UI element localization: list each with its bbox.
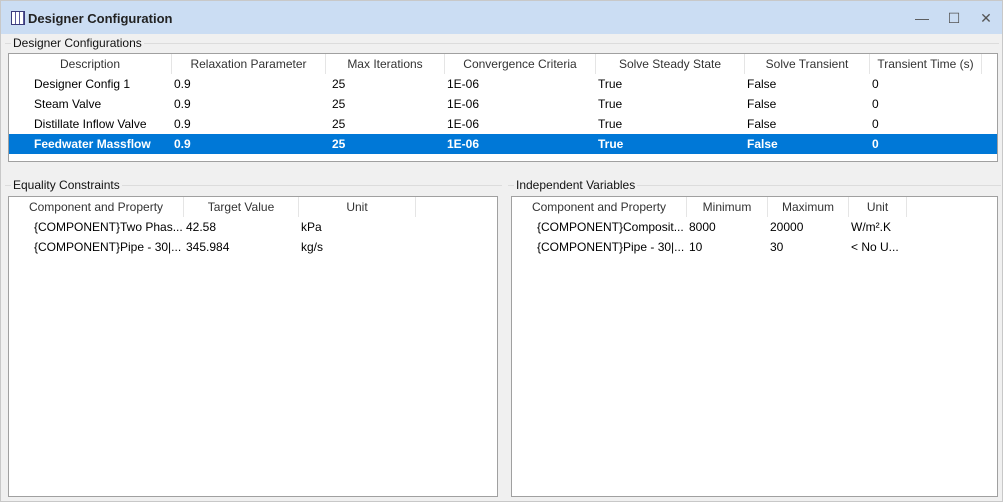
table-cell: {COMPONENT}Pipe - 30|...	[34, 240, 182, 254]
column-header[interactable]: Transient Time (s)	[870, 54, 982, 74]
table-cell: 25	[332, 137, 346, 151]
table-cell: kPa	[301, 220, 322, 234]
table-cell: False	[747, 137, 778, 151]
table-cell: True	[598, 77, 623, 91]
table-cell: 1E-06	[447, 117, 480, 131]
table-row[interactable]: {COMPONENT}Pipe - 30|... 345.984 kg/s	[9, 237, 497, 257]
table-cell: Distillate Inflow Valve	[34, 117, 147, 131]
table-row[interactable]: {COMPONENT}Pipe - 30|... 10 30 < No U...	[512, 237, 997, 257]
table-row[interactable]: {COMPONENT}Composit... 8000 20000 W/m².K	[512, 217, 997, 237]
independent-variables-table[interactable]: Component and Property Minimum Maximum Unit…	[511, 196, 998, 497]
table-cell: Feedwater Massflow	[34, 137, 151, 151]
designer-configuration-window: Designer Configuration — ☐ ✕ Designer Co…	[0, 0, 1003, 502]
table-cell: {COMPONENT}Pipe - 30|...	[537, 240, 685, 254]
column-header[interactable]: Component and Property	[512, 197, 687, 217]
column-header[interactable]: Unit	[849, 197, 907, 217]
table-row[interactable]: Distillate Inflow Valve 0.9 25 1E-06 True Fal…	[9, 114, 997, 134]
table-cell: 0.9	[174, 137, 191, 151]
column-header[interactable]: Relaxation Parameter	[172, 54, 326, 74]
table-cell: 25	[332, 97, 346, 111]
table-cell: 1E-06	[447, 77, 480, 91]
table-cell: 0.9	[174, 97, 191, 111]
table-cell: 25	[332, 77, 346, 91]
table-cell: 30	[770, 240, 784, 254]
table-cell: W/m².K	[851, 220, 891, 234]
table-cell: 0	[872, 77, 879, 91]
minimize-button[interactable]: —	[912, 9, 932, 27]
designer-configurations-label: Designer Configurations	[11, 36, 144, 50]
table-cell: Designer Config 1	[34, 77, 131, 91]
independent-variables-label: Independent Variables	[514, 178, 638, 192]
table-cell: False	[747, 77, 777, 91]
table-cell: False	[747, 97, 777, 111]
table-row[interactable]: {COMPONENT}Two Phas... 42.58 kPa	[9, 217, 497, 237]
table-cell: 1E-06	[447, 97, 480, 111]
table-cell: False	[747, 117, 777, 131]
column-header[interactable]: Description	[9, 54, 172, 74]
divider	[5, 43, 999, 44]
calculator-grid-icon	[11, 11, 25, 25]
table-cell: True	[598, 117, 623, 131]
table-cell: 345.984	[186, 240, 230, 254]
table-row[interactable]: Designer Config 1 0.9 25 1E-06 True False 0	[9, 74, 997, 94]
table-cell: True	[598, 137, 624, 151]
table-cell: {COMPONENT}Composit...	[537, 220, 684, 234]
column-header[interactable]: Convergence Criteria	[445, 54, 596, 74]
column-header[interactable]: Max Iterations	[326, 54, 445, 74]
equality-constraints-table[interactable]: Component and Property Target Value Unit {C…	[8, 196, 498, 497]
table-cell: 25	[332, 117, 346, 131]
table-cell: 0	[872, 117, 879, 131]
table-cell: 8000	[689, 220, 716, 234]
table-cell: 0.9	[174, 117, 191, 131]
table-cell: 0.9	[174, 77, 191, 91]
equality-constraints-label: Equality Constraints	[11, 178, 122, 192]
table-row[interactable]: Steam Valve 0.9 25 1E-06 True False 0	[9, 94, 997, 114]
table-cell: 20000	[770, 220, 804, 234]
column-header[interactable]: Component and Property	[9, 197, 184, 217]
title-bar: Designer Configuration — ☐ ✕	[1, 1, 1002, 34]
column-header[interactable]: Maximum	[768, 197, 849, 217]
column-header[interactable]: Solve Transient	[745, 54, 870, 74]
designer-configurations-table[interactable]: Description Relaxation Parameter Max Itera…	[8, 53, 998, 162]
table-cell: 1E-06	[447, 137, 480, 151]
table-cell: 0	[872, 137, 879, 151]
column-header[interactable]: Solve Steady State	[596, 54, 745, 74]
close-button[interactable]: ✕	[976, 9, 996, 27]
column-header[interactable]: Target Value	[184, 197, 299, 217]
table-cell: < No U...	[851, 240, 899, 254]
table-cell: 10	[689, 240, 703, 254]
table-cell: 42.58	[186, 220, 217, 234]
table-cell: Steam Valve	[34, 97, 102, 111]
table-row[interactable]: Feedwater Massflow 0.9 25 1E-06 True False 0	[9, 134, 997, 154]
table-cell: {COMPONENT}Two Phas...	[34, 220, 183, 234]
column-header[interactable]: Unit	[299, 197, 416, 217]
window-title: Designer Configuration	[28, 11, 173, 26]
maximize-button[interactable]: ☐	[944, 9, 964, 27]
table-cell: kg/s	[301, 240, 324, 254]
table-cell: 0	[872, 97, 879, 111]
table-cell: True	[598, 97, 623, 111]
column-header[interactable]: Minimum	[687, 197, 768, 217]
